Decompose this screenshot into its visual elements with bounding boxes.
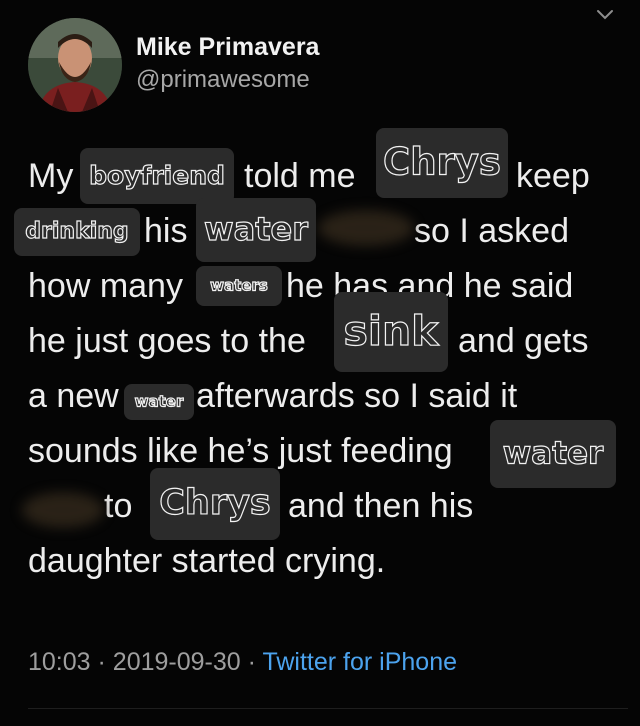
- meta-separator: ·: [97, 648, 106, 676]
- sticker-label: Chrys: [382, 140, 501, 184]
- word-sticker: water: [124, 384, 194, 420]
- tweet-date[interactable]: 2019-09-30: [113, 648, 241, 676]
- author-handle[interactable]: @primawesome: [136, 66, 310, 94]
- tweet-text-segment: told me: [244, 157, 356, 195]
- word-sticker: drinking: [14, 208, 140, 256]
- avatar[interactable]: [28, 18, 122, 112]
- divider: [28, 708, 628, 709]
- tweet-text-segment: afterwards so I said it: [196, 377, 518, 415]
- tweet-text-segment: his: [144, 212, 188, 250]
- sticker-label: boyfriend: [88, 160, 225, 190]
- tweet-text-segment: and gets: [458, 322, 589, 360]
- sticker-label: water: [134, 392, 184, 411]
- word-sticker: sink: [334, 292, 448, 372]
- word-sticker: boyfriend: [80, 148, 234, 204]
- tweet-text-segment: daughter started crying.: [28, 542, 386, 580]
- tweet-text-segment: and then his: [288, 487, 474, 525]
- sticker-label: water: [203, 210, 308, 249]
- sticker-label: Chrys: [159, 483, 272, 524]
- sticker-label: water: [502, 435, 604, 472]
- word-sticker: waters: [196, 266, 282, 306]
- chevron-down-icon[interactable]: [594, 6, 616, 24]
- tweet-text-segment: a new: [28, 377, 119, 415]
- tweet-text-segment: how many: [28, 267, 183, 305]
- author-name[interactable]: Mike Primavera: [136, 33, 319, 62]
- sticker-label: waters: [210, 276, 269, 295]
- sticker-label: drinking: [25, 218, 130, 244]
- sticker-label: sink: [343, 306, 439, 356]
- tweet-source-link[interactable]: Twitter for iPhone: [262, 648, 457, 676]
- tweet-text-segment: he just goes to the: [28, 322, 306, 360]
- meta-separator: ·: [247, 648, 256, 676]
- tweet-time[interactable]: 10:03: [28, 648, 91, 676]
- smudge-overlay: [22, 492, 104, 528]
- avatar-photo: [28, 18, 122, 112]
- word-sticker: Chrys: [376, 128, 508, 198]
- word-sticker: water: [490, 420, 616, 488]
- tweet-text-segment: keep: [516, 157, 590, 195]
- tweet-text-segment: sounds like he’s just feeding: [28, 432, 453, 470]
- tweet-meta: 10:03 · 2019-09-30 · Twitter for iPhone: [28, 648, 457, 677]
- smudge-overlay: [318, 210, 414, 246]
- tweet-text-segment: My: [28, 157, 74, 195]
- tweet-text-segment: so I asked: [414, 212, 569, 250]
- word-sticker: water: [196, 198, 316, 262]
- word-sticker: Chrys: [150, 468, 280, 540]
- tweet-text-segment: to: [104, 487, 133, 525]
